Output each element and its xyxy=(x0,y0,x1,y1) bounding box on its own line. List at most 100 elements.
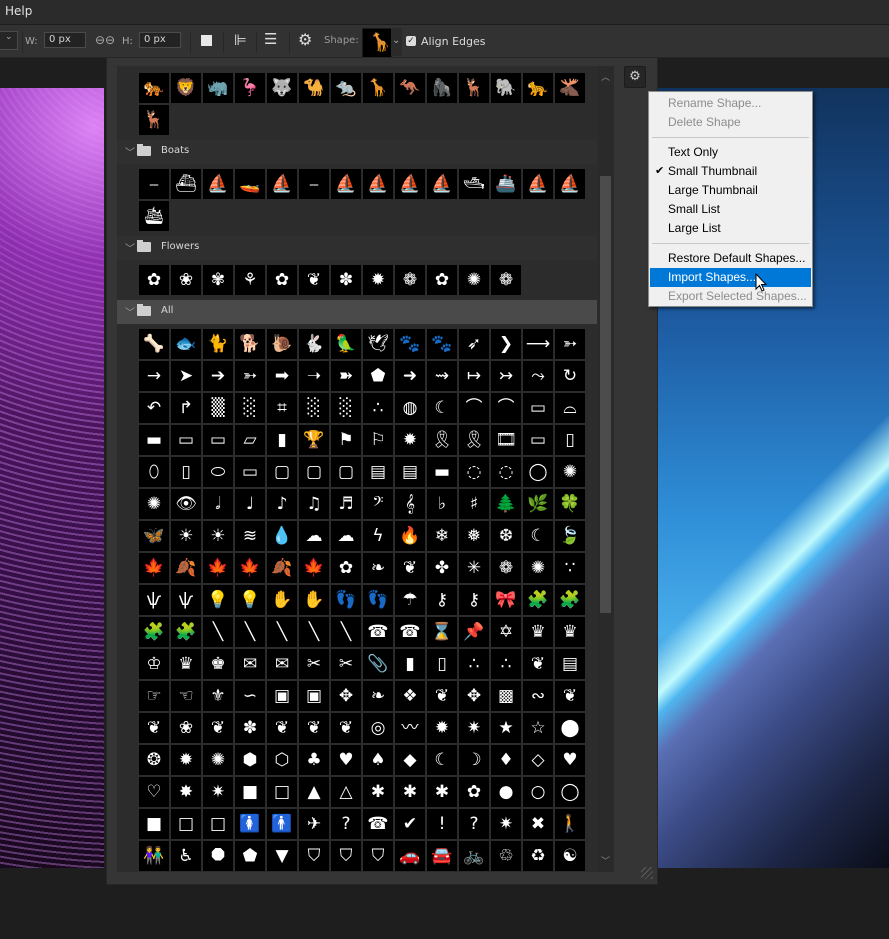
scrollbar[interactable]: ︿ ﹀ xyxy=(598,66,614,872)
shape-thumbnail[interactable]: ❁ xyxy=(491,265,521,295)
shape-thumbnail[interactable]: ▭ xyxy=(171,425,201,455)
shape-thumbnail[interactable]: 🫎 xyxy=(555,73,585,103)
shape-thumbnail[interactable]: ▢ xyxy=(331,457,361,487)
shape-picker-dropdown[interactable]: ⌄ xyxy=(391,28,402,56)
shape-thumbnail[interactable]: ∴ xyxy=(363,393,393,423)
shape-thumbnail[interactable]: 🚤 xyxy=(235,169,265,199)
shape-thumbnail[interactable]: ▩ xyxy=(491,681,521,711)
shape-thumbnail[interactable]: ☀ xyxy=(171,521,201,551)
shape-thumbnail[interactable]: 🧩 xyxy=(171,617,201,647)
shape-thumbnail[interactable]: ⛵ xyxy=(523,169,553,199)
shape-thumbnail[interactable]: ⬟ xyxy=(363,361,393,391)
menu-item-import-shapes[interactable]: Import Shapes... xyxy=(650,268,811,287)
shape-thumbnail[interactable]: 🐪 xyxy=(299,73,329,103)
shape-thumbnail[interactable]: 🍀 xyxy=(555,489,585,519)
shape-thumbnail[interactable]: ♲ xyxy=(491,841,521,871)
shape-thumbnail[interactable]: 🍁 xyxy=(203,553,233,583)
shape-thumbnail[interactable]: ❀ xyxy=(171,713,201,743)
shape-thumbnail[interactable]: 🦜 xyxy=(331,329,361,359)
shape-thumbnail[interactable]: ❦ xyxy=(331,713,361,743)
shape-thumbnail[interactable]: ➶ xyxy=(459,329,489,359)
shape-thumbnail[interactable]: ⛵ xyxy=(331,169,361,199)
shape-thumbnail[interactable]: ☯ xyxy=(555,841,585,871)
shape-thumbnail[interactable]: ❁ xyxy=(491,553,521,583)
shape-thumbnail[interactable]: □ xyxy=(171,809,201,839)
shape-thumbnail[interactable]: ѱ xyxy=(171,585,201,615)
shape-picker[interactable]: 🦒 xyxy=(362,28,392,58)
shape-thumbnail[interactable]: 🦁 xyxy=(171,73,201,103)
shape-thumbnail[interactable]: 🐕 xyxy=(235,329,265,359)
shape-thumbnail[interactable]: ❦ xyxy=(427,681,457,711)
height-input[interactable]: 0 px xyxy=(139,32,181,48)
shape-thumbnail[interactable]: ✷ xyxy=(459,713,489,743)
shape-thumbnail[interactable]: 🐀 xyxy=(331,73,361,103)
shape-thumbnail[interactable]: 🦴 xyxy=(139,329,169,359)
shape-thumbnail[interactable]: 👣 xyxy=(363,585,393,615)
shape-thumbnail[interactable]: ✽ xyxy=(235,713,265,743)
shape-thumbnail[interactable]: ➳ xyxy=(235,361,265,391)
shape-thumbnail[interactable]: ⛵ xyxy=(203,169,233,199)
shape-thumbnail[interactable]: 🍂 xyxy=(171,553,201,583)
shape-thumbnail[interactable]: ➝ xyxy=(299,361,329,391)
menu-item-small-list[interactable]: Small List xyxy=(650,200,811,219)
shape-thumbnail[interactable]: 🚢 xyxy=(491,169,521,199)
shape-thumbnail[interactable]: ♔ xyxy=(139,649,169,679)
shape-thumbnail[interactable]: ⇝ xyxy=(427,361,457,391)
shape-thumbnail[interactable]: ░ xyxy=(299,393,329,423)
shape-thumbnail[interactable]: 🍂 xyxy=(267,553,297,583)
shape-thumbnail[interactable]: ◍ xyxy=(395,393,425,423)
shape-thumbnail[interactable]: 🚶 xyxy=(555,809,585,839)
shape-thumbnail[interactable]: ∵ xyxy=(555,553,585,583)
shape-thumbnail[interactable]: ☞ xyxy=(139,681,169,711)
shape-thumbnail[interactable]: ⚷ xyxy=(459,585,489,615)
shape-thumbnail[interactable]: ☎ xyxy=(395,617,425,647)
shape-thumbnail[interactable]: ↱ xyxy=(171,393,201,423)
shape-thumbnail[interactable]: ▮ xyxy=(395,649,425,679)
shape-thumbnail[interactable]: 📌 xyxy=(459,617,489,647)
shape-thumbnail[interactable]: ☎ xyxy=(363,617,393,647)
shape-thumbnail[interactable]: ▭ xyxy=(235,457,265,487)
shape-thumbnail[interactable]: ♩ xyxy=(235,489,265,519)
shape-group-header[interactable]: ﹀ All xyxy=(117,300,597,324)
shape-thumbnail[interactable]: ✹ xyxy=(363,265,393,295)
shape-thumbnail[interactable]: ☽ xyxy=(459,745,489,775)
shape-thumbnail[interactable]: ◯ xyxy=(555,777,585,807)
shape-thumbnail[interactable]: ❂ xyxy=(139,745,169,775)
shape-thumbnail[interactable]: ✥ xyxy=(331,681,361,711)
shape-thumbnail[interactable]: ✷ xyxy=(491,809,521,839)
shape-thumbnail[interactable]: ◌ xyxy=(459,457,489,487)
shape-thumbnail[interactable]: ⤳ xyxy=(523,361,553,391)
shape-thumbnail[interactable]: ✉ xyxy=(267,649,297,679)
shape-thumbnail[interactable]: ╲ xyxy=(267,617,297,647)
shape-thumbnail[interactable]: 〰 xyxy=(395,713,425,743)
shape-thumbnail[interactable]: ✳ xyxy=(459,553,489,583)
shape-thumbnail[interactable]: ╲ xyxy=(203,617,233,647)
scrollbar-thumb[interactable] xyxy=(600,176,611,613)
shape-thumbnail[interactable]: ✂ xyxy=(299,649,329,679)
shape-thumbnail[interactable]: ✿ xyxy=(331,553,361,583)
shape-thumbnail[interactable]: ◌ xyxy=(491,457,521,487)
shape-thumbnail[interactable]: ▯ xyxy=(171,457,201,487)
shape-thumbnail[interactable]: 🏆 xyxy=(299,425,329,455)
shape-thumbnail[interactable]: ❦ xyxy=(299,713,329,743)
shape-thumbnail[interactable]: ✽ xyxy=(331,265,361,295)
gear-icon[interactable]: ⚙ xyxy=(298,30,312,49)
shape-thumbnail[interactable]: 🐅 xyxy=(139,73,169,103)
shape-thumbnail[interactable]: ⌒ xyxy=(491,393,521,423)
shape-thumbnail[interactable]: ❖ xyxy=(395,681,425,711)
path-alignment-icon[interactable]: ⊫ xyxy=(234,31,247,49)
shape-thumbnail[interactable]: ⟶ xyxy=(523,329,553,359)
shape-thumbnail[interactable]: ✉ xyxy=(235,649,265,679)
menu-item-small-thumbnail[interactable]: ✔ Small Thumbnail xyxy=(650,162,811,181)
shape-thumbnail[interactable]: ◎ xyxy=(363,713,393,743)
shape-thumbnail[interactable]: ♥ xyxy=(555,745,585,775)
shape-thumbnail[interactable]: 🍁 xyxy=(139,553,169,583)
shape-thumbnail[interactable]: ❧ xyxy=(363,553,393,583)
shape-thumbnail[interactable]: ➳ xyxy=(555,329,585,359)
menu-item-large-thumbnail[interactable]: Large Thumbnail xyxy=(650,181,811,200)
shape-thumbnail[interactable]: ✿ xyxy=(427,265,457,295)
shape-thumbnail[interactable]: ✤ xyxy=(427,553,457,583)
shape-thumbnail[interactable]: ⛉ xyxy=(299,841,329,871)
shape-thumbnail[interactable]: ▮ xyxy=(267,425,297,455)
shape-thumbnail[interactable]: ☎ xyxy=(363,809,393,839)
